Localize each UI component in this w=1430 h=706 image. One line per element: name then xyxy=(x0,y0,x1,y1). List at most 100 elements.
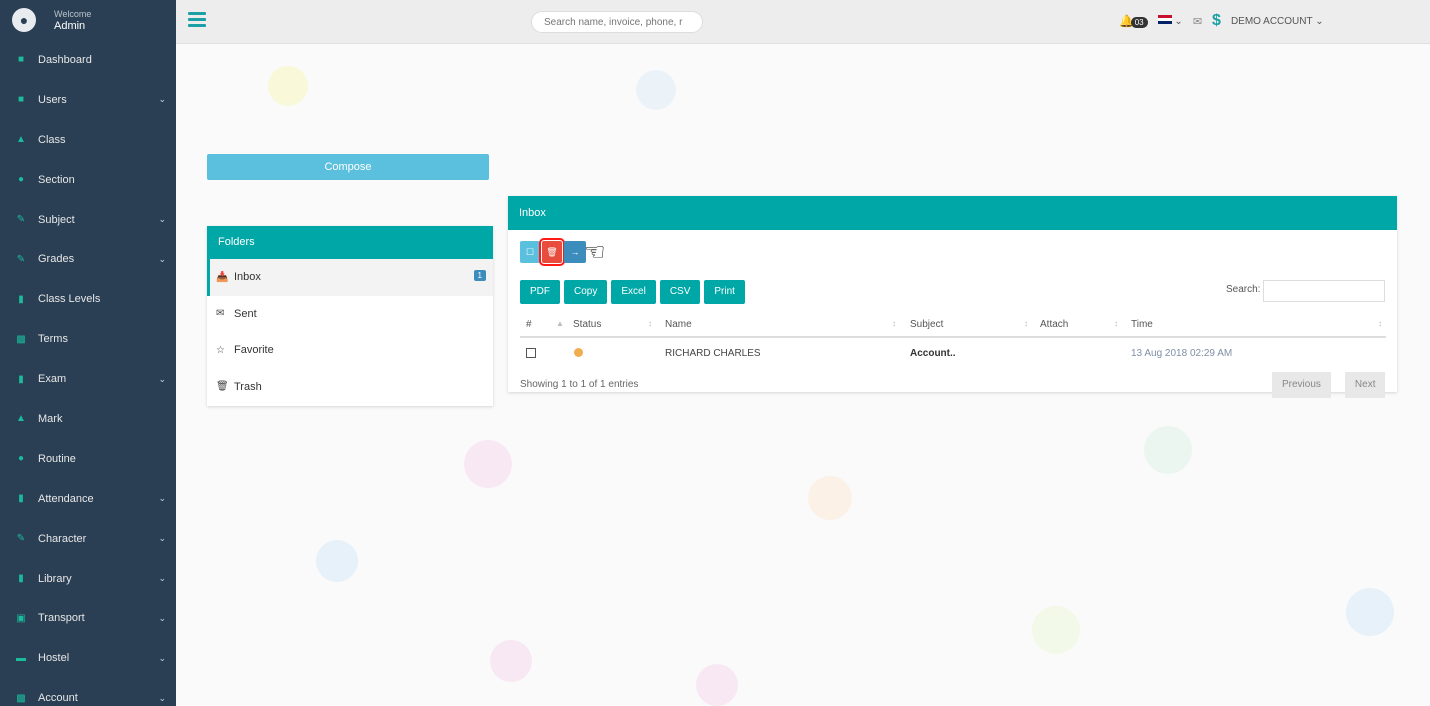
sidebar-item-label: Users xyxy=(38,93,67,106)
compose-button[interactable]: Compose xyxy=(207,154,489,180)
chevron-down-icon: ⌄ xyxy=(1174,16,1183,27)
next-button[interactable]: Next xyxy=(1344,372,1386,398)
chevron-down-icon: ⌄ xyxy=(158,373,166,384)
sidebar-item-label: Subject xyxy=(38,213,75,226)
sidebar-item-label: Terms xyxy=(38,333,68,346)
sidebar-item-users[interactable]: ■ Users ⌄ xyxy=(0,80,176,120)
chevron-down-icon: ⌄ xyxy=(158,573,166,584)
folder-label: Sent xyxy=(234,307,257,320)
sidebar-profile: ● Welcome Admin xyxy=(0,0,176,40)
account-menu[interactable]: DEMO ACCOUNT ⌄ xyxy=(1231,16,1324,27)
grades-icon: ✎ xyxy=(16,253,26,265)
sort-icon: ▲ xyxy=(556,319,564,328)
mail-action-buttons: ☐ 🗑 → xyxy=(520,238,586,266)
column-header-time[interactable]: Time xyxy=(1131,319,1153,330)
notification-badge: 03 xyxy=(1130,17,1148,28)
sidebar-item-transport[interactable]: ▣ Transport ⌄ xyxy=(0,598,176,638)
folder-sent[interactable]: ✉ Sent xyxy=(207,296,493,333)
terms-icon: ▩ xyxy=(16,333,26,345)
move-button[interactable]: → xyxy=(564,241,586,263)
sidebar-item-hostel[interactable]: ▬ Hostel ⌄ xyxy=(0,638,176,678)
column-header-name[interactable]: Name xyxy=(665,319,692,330)
row-name[interactable]: RICHARD CHARLES xyxy=(665,348,761,359)
sidebar-item-label: Section xyxy=(38,173,75,186)
inbox-panel: Inbox ☐ 🗑 → ☜ PDF Copy Excel CSV Print Searc… xyxy=(508,196,1397,398)
sidebar-item-dashboard[interactable]: ■ Dashboard xyxy=(0,40,176,80)
levels-icon: ▮ xyxy=(18,293,24,305)
sort-icon: ↕ xyxy=(1024,319,1028,328)
welcome-text: Welcome xyxy=(54,9,92,19)
global-search-input[interactable] xyxy=(531,11,703,33)
sidebar-item-class[interactable]: ▲ Class xyxy=(0,120,176,160)
notification-bell[interactable]: 🔔 03 xyxy=(1119,14,1148,28)
sidebar-item-account[interactable]: ▩ Account ⌄ xyxy=(0,678,176,706)
sidebar-item-label: Dashboard xyxy=(38,53,92,66)
sidebar-item-library[interactable]: ▮ Library ⌄ xyxy=(0,559,176,599)
envelope-icon[interactable]: ✉ xyxy=(1193,15,1202,28)
select-all-button[interactable]: ☐ xyxy=(520,241,540,263)
sidebar-item-section[interactable]: ● Section xyxy=(0,160,176,200)
chevron-down-icon: ⌄ xyxy=(1315,15,1324,27)
folder-inbox[interactable]: 📥 Inbox 1 xyxy=(207,259,493,296)
menu-toggle-icon[interactable] xyxy=(188,12,206,28)
sort-icon: ↕ xyxy=(1378,319,1382,328)
previous-button[interactable]: Previous xyxy=(1272,372,1331,398)
column-header-status[interactable]: Status xyxy=(573,319,601,330)
row-checkbox[interactable] xyxy=(526,348,536,358)
sidebar-item-mark[interactable]: ▲ Mark xyxy=(0,399,176,439)
sidebar-item-subject[interactable]: ✎ Subject ⌄ xyxy=(0,200,176,240)
sidebar-item-label: Character xyxy=(38,532,87,545)
envelope-icon: ✉ xyxy=(216,308,225,320)
background-decoration xyxy=(1144,426,1192,474)
column-header-attach[interactable]: Attach xyxy=(1040,319,1068,330)
folder-trash[interactable]: 🗑 Trash xyxy=(207,369,493,406)
background-decoration xyxy=(636,70,676,110)
sidebar-item-class-levels[interactable]: ▮ Class Levels xyxy=(0,279,176,319)
star-icon: ☆ xyxy=(216,344,225,356)
background-decoration xyxy=(1346,588,1394,636)
trash-icon: 🗑 xyxy=(546,246,558,257)
table-row[interactable]: RICHARD CHARLES Account.. 13 Aug 2018 02… xyxy=(520,340,1386,366)
sidebar-item-character[interactable]: ✎ Character ⌄ xyxy=(0,519,176,559)
chevron-down-icon: ⌄ xyxy=(158,214,166,224)
language-selector[interactable]: ⌄ xyxy=(1157,15,1183,27)
account-label: DEMO ACCOUNT xyxy=(1230,15,1313,27)
welcome-block: Welcome Admin xyxy=(54,8,91,32)
chevron-down-icon: ⌄ xyxy=(158,533,166,544)
mark-icon: ▲ xyxy=(16,413,26,425)
sidebar-item-terms[interactable]: ▩ Terms xyxy=(0,319,176,359)
sidebar-item-attendance[interactable]: ▮ Attendance ⌄ xyxy=(0,479,176,519)
sidebar-item-label: Class Levels xyxy=(38,293,101,306)
chevron-down-icon: ⌄ xyxy=(158,692,166,703)
section-icon: ● xyxy=(17,174,25,186)
print-export-button[interactable]: Print xyxy=(704,280,745,304)
background-decoration xyxy=(696,664,738,706)
copy-export-button[interactable]: Copy xyxy=(564,280,608,304)
character-icon: ✎ xyxy=(16,533,26,545)
sidebar-item-grades[interactable]: ✎ Grades ⌄ xyxy=(0,239,176,279)
topbar-right: 🔔 03 ⌄ ✉ $ DEMO ACCOUNT ⌄ xyxy=(1119,12,1324,30)
home-icon: ■ xyxy=(17,54,25,66)
column-header-subject[interactable]: Subject xyxy=(910,319,943,330)
csv-export-button[interactable]: CSV xyxy=(659,280,701,304)
flag-icon xyxy=(1157,15,1172,24)
sidebar-item-label: Exam xyxy=(38,373,67,386)
folder-label: Trash xyxy=(234,380,262,393)
library-icon: ▮ xyxy=(18,573,24,585)
sidebar-item-routine[interactable]: ● Routine xyxy=(0,439,176,479)
exam-icon: ▮ xyxy=(18,373,24,385)
excel-export-button[interactable]: Excel xyxy=(611,280,656,304)
background-decoration xyxy=(490,640,532,682)
chevron-down-icon: ⌄ xyxy=(158,493,166,504)
background-decoration xyxy=(316,540,358,582)
school-logo-icon: $ xyxy=(1212,12,1221,29)
folder-favorite[interactable]: ☆ Favorite xyxy=(207,332,493,369)
table-search-input[interactable] xyxy=(1263,280,1385,302)
delete-button[interactable]: 🗑 xyxy=(539,238,565,266)
sidebar-item-exam[interactable]: ▮ Exam ⌄ xyxy=(0,359,176,399)
column-header-number[interactable]: # xyxy=(526,319,532,330)
pdf-export-button[interactable]: PDF xyxy=(520,280,560,304)
sidebar-item-label: Mark xyxy=(38,412,63,425)
row-subject[interactable]: Account.. xyxy=(910,348,956,359)
inbox-icon: 📥 xyxy=(216,271,229,283)
